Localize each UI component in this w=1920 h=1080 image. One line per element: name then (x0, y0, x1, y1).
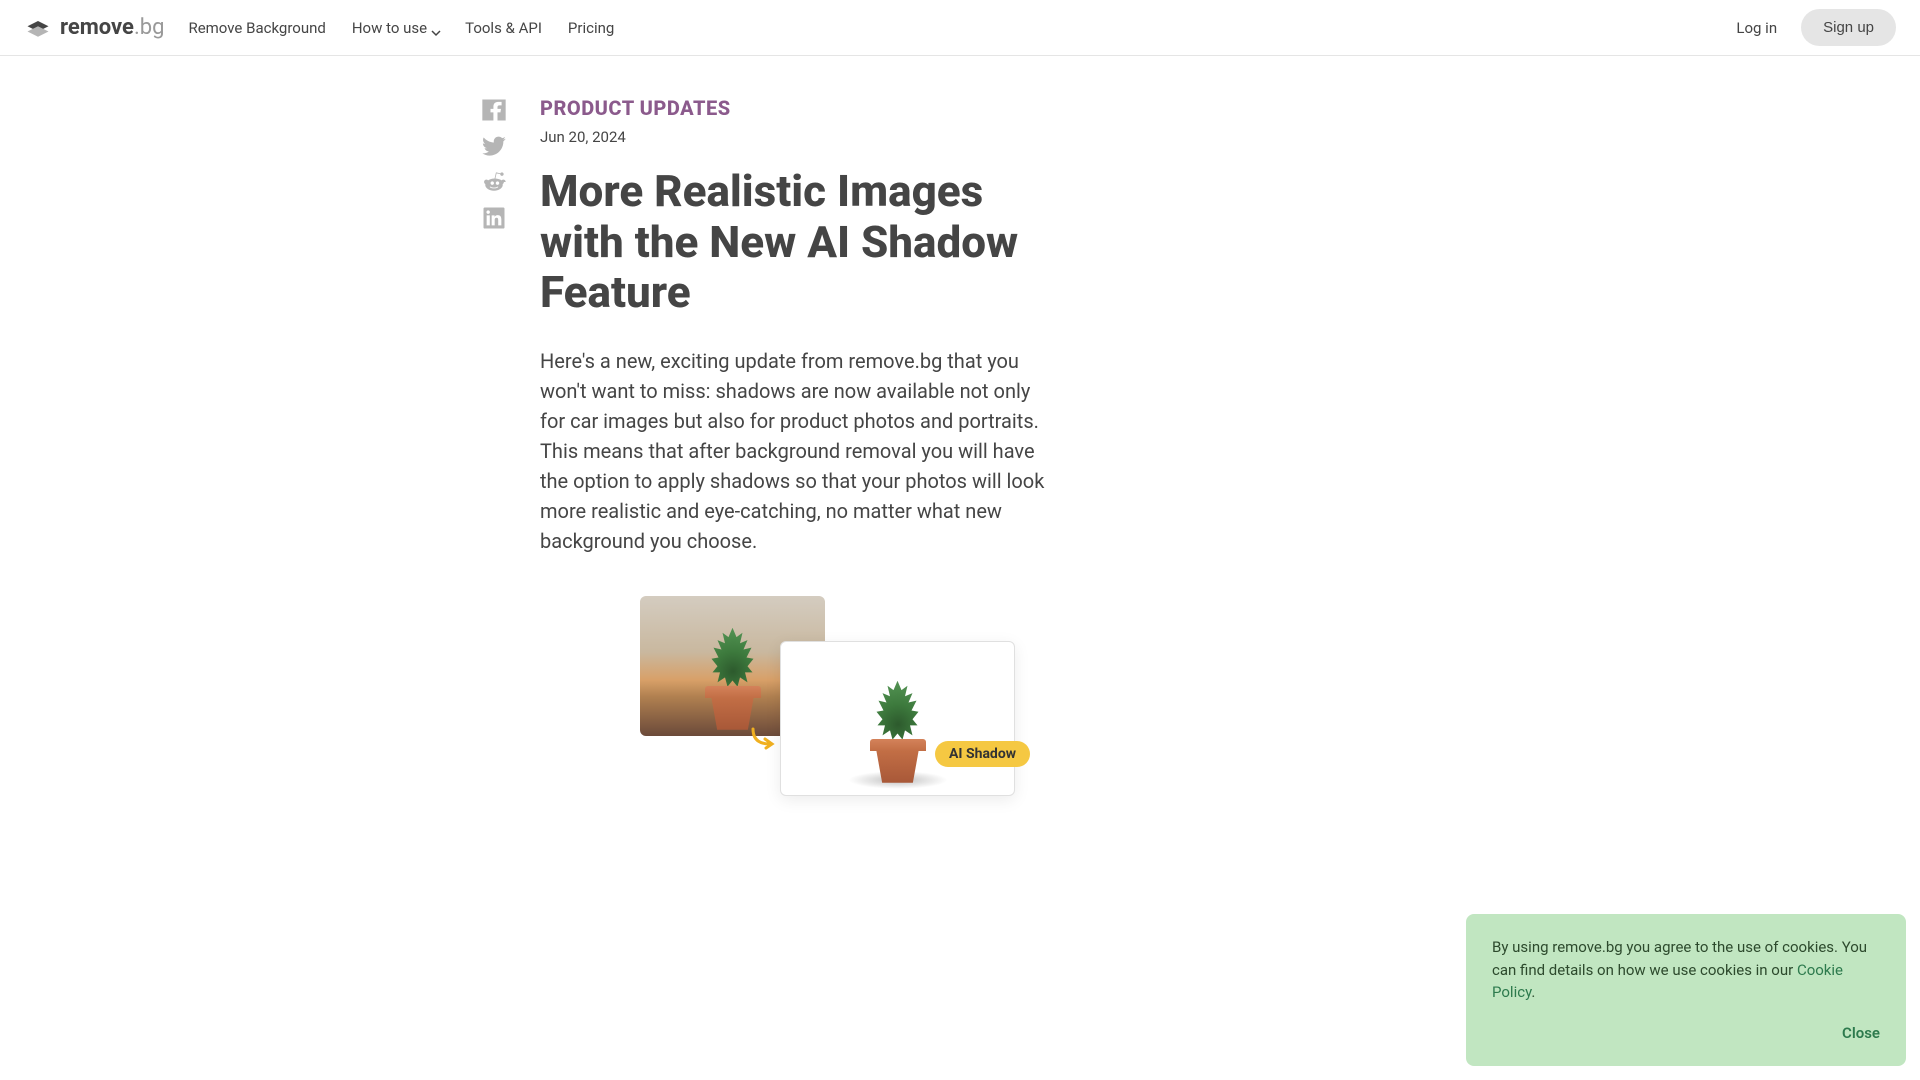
article-date: Jun 20, 2024 (540, 128, 1060, 146)
share-icons (480, 96, 516, 836)
cookie-close-row: Close (1492, 1022, 1880, 1045)
nav-how-to-use-label: How to use (352, 19, 427, 37)
header-left: remove.bg Remove Background How to use T… (24, 14, 614, 42)
article-illustration: AI Shadow (580, 596, 1020, 836)
nav-how-to-use[interactable]: How to use (352, 19, 439, 37)
header-right: Log in Sign up (1736, 9, 1896, 46)
article: PRODUCT UPDATES Jun 20, 2024 More Realis… (540, 96, 1060, 836)
arrow-icon (750, 726, 782, 750)
reddit-icon[interactable] (480, 168, 508, 196)
nav-remove-background[interactable]: Remove Background (188, 19, 325, 37)
login-link[interactable]: Log in (1736, 19, 1777, 37)
page-header: remove.bg Remove Background How to use T… (0, 0, 1920, 56)
linkedin-icon[interactable] (480, 204, 508, 232)
chevron-down-icon (431, 24, 439, 32)
ai-shadow-badge: AI Shadow (935, 741, 1030, 767)
cookie-close-button[interactable]: Close (1842, 1024, 1880, 1042)
plant-before (705, 628, 761, 728)
logo-icon (24, 14, 52, 42)
twitter-icon[interactable] (480, 132, 508, 160)
facebook-icon[interactable] (480, 96, 508, 124)
article-body: Here's a new, exciting update from remov… (540, 346, 1060, 556)
plant-after (870, 681, 926, 781)
article-title: More Realistic Images with the New AI Sh… (540, 166, 1060, 318)
cookie-text: By using remove.bg you agree to the use … (1492, 936, 1880, 1004)
logo-link[interactable]: remove.bg (24, 14, 164, 42)
nav-pricing[interactable]: Pricing (568, 19, 614, 37)
cookie-text-after: . (1531, 983, 1535, 1001)
signup-button[interactable]: Sign up (1801, 9, 1896, 46)
illustration-after-card (780, 641, 1015, 796)
cookie-banner: By using remove.bg you agree to the use … (1466, 914, 1906, 1066)
logo-text: remove.bg (60, 15, 164, 40)
main-nav: Remove Background How to use Tools & API… (188, 19, 614, 37)
article-category: PRODUCT UPDATES (540, 96, 1060, 120)
main-content: PRODUCT UPDATES Jun 20, 2024 More Realis… (460, 96, 1460, 836)
nav-tools-api[interactable]: Tools & API (465, 19, 542, 37)
